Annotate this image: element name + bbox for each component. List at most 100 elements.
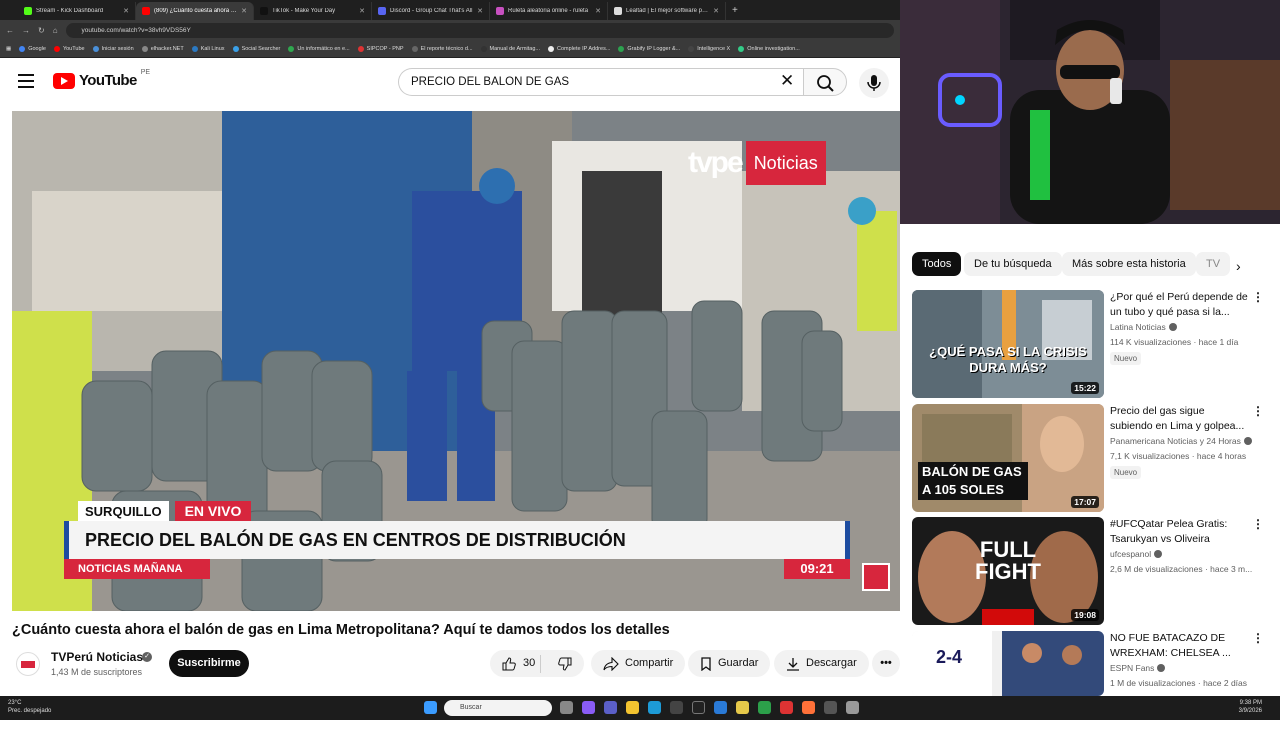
clear-search-icon[interactable]: ✕ bbox=[780, 72, 794, 90]
video-thumbnail[interactable]: BALÓN DE GAS A 105 SOLES 17:07 bbox=[912, 404, 1104, 512]
related-video-title[interactable]: ¿Por qué el Perú depende de un tubo y qu… bbox=[1110, 290, 1250, 320]
more-actions-button[interactable]: ••• bbox=[872, 650, 900, 677]
like-button[interactable]: 30 bbox=[490, 654, 541, 673]
youtube-header: YouTube PE PRECIO DEL BALON DE GAS ✕ bbox=[0, 58, 900, 106]
vscode-icon[interactable] bbox=[714, 701, 727, 714]
verified-icon bbox=[1168, 323, 1177, 331]
copilot-icon[interactable] bbox=[582, 701, 595, 714]
app-icon[interactable] bbox=[824, 701, 837, 714]
search-input[interactable]: PRECIO DEL BALON DE GAS bbox=[398, 68, 803, 96]
related-video[interactable]: FULL FIGHT 19:08 #UFCQatar Pelea Gratis:… bbox=[912, 517, 1272, 625]
xbox-icon[interactable] bbox=[758, 701, 771, 714]
dislike-button[interactable] bbox=[547, 657, 584, 671]
related-video[interactable]: 2-4 NO FUE BATACAZO DE WREXHAM: CHELSEA … bbox=[912, 631, 1272, 739]
close-tab-icon[interactable]: ✕ bbox=[241, 7, 247, 15]
firefox-icon[interactable] bbox=[802, 701, 815, 714]
bookmark-favicon-icon bbox=[19, 46, 26, 52]
related-video-channel[interactable]: Panamericana Noticias y 24 Horas bbox=[1110, 436, 1252, 446]
home-icon[interactable]: ⌂ bbox=[53, 26, 58, 35]
close-tab-icon[interactable]: ✕ bbox=[359, 7, 365, 15]
more-options-icon[interactable]: ⋮ bbox=[1252, 404, 1264, 418]
share-button[interactable]: Compartir bbox=[591, 650, 686, 677]
related-video[interactable]: BALÓN DE GAS A 105 SOLES 17:07 Precio de… bbox=[912, 404, 1272, 512]
filter-chip[interactable]: Más sobre esta historia bbox=[1062, 252, 1196, 276]
weather-widget[interactable]: 23°C Prec. despejado bbox=[8, 699, 51, 715]
url-field[interactable]: youtube.com/watch?v=38vh9VDS56Y bbox=[65, 23, 894, 38]
bookmark-item[interactable]: Google bbox=[19, 46, 46, 52]
bookmark-label: Grabify IP Logger &... bbox=[627, 46, 681, 52]
browser-tab[interactable]: Lealtad | El mejor software para ✕ bbox=[608, 2, 726, 20]
download-button[interactable]: Descargar bbox=[774, 650, 869, 677]
related-video-title[interactable]: Precio del gas sigue subiendo en Lima y … bbox=[1110, 404, 1250, 434]
more-options-icon[interactable]: ⋮ bbox=[1252, 290, 1264, 304]
taskbar-search-input[interactable]: Buscar bbox=[444, 700, 552, 716]
more-options-icon[interactable]: ⋮ bbox=[1252, 517, 1264, 531]
apps-icon[interactable]: ▦ bbox=[6, 46, 11, 52]
related-video-channel[interactable]: Latina Noticias bbox=[1110, 322, 1177, 332]
system-clock[interactable]: 9:38 PM 3/9/2026 bbox=[1228, 699, 1262, 715]
store-icon[interactable] bbox=[670, 701, 683, 714]
chrome-icon[interactable] bbox=[736, 701, 749, 714]
channel-name[interactable]: TVPerú Noticias bbox=[51, 650, 143, 664]
bookmark-item[interactable]: YouTube bbox=[53, 46, 85, 52]
close-tab-icon[interactable]: ✕ bbox=[123, 7, 129, 15]
related-video-channel[interactable]: ufcespanol bbox=[1110, 549, 1163, 559]
browser-tab[interactable]: (809) ¿Cuánto cuesta ahora el b ✕ bbox=[136, 2, 254, 20]
save-button[interactable]: Guardar bbox=[688, 650, 771, 677]
video-thumbnail[interactable]: 2-4 bbox=[912, 631, 1104, 696]
filter-chip[interactable]: De tu búsqueda bbox=[964, 252, 1062, 276]
channel-avatar[interactable] bbox=[16, 652, 40, 676]
related-video-channel[interactable]: ESPN Fans bbox=[1110, 663, 1166, 673]
obs-icon[interactable] bbox=[692, 701, 705, 714]
browser-tab[interactable]: Discord - Group Chat That's All ✕ bbox=[372, 2, 490, 20]
chevron-right-icon[interactable]: › bbox=[1236, 258, 1241, 274]
browser-tab[interactable]: Ruleta aleatoria online - ruleta ✕ bbox=[490, 2, 608, 20]
teams-icon[interactable] bbox=[604, 701, 617, 714]
tab-favicon-icon bbox=[496, 7, 504, 15]
youtube-logo[interactable]: YouTube PE bbox=[53, 69, 150, 89]
bookmark-item[interactable]: Grabify IP Logger &... bbox=[618, 46, 680, 52]
close-tab-icon[interactable]: ✕ bbox=[595, 7, 601, 15]
reload-icon[interactable]: ↻ bbox=[38, 26, 45, 35]
bookmark-item[interactable]: Un informático en e... bbox=[288, 46, 350, 52]
bookmark-item[interactable]: El reporte técnico d... bbox=[411, 46, 473, 52]
video-player[interactable]: tvpe Noticias SURQUILLO EN VIVO PRECIO D… bbox=[12, 111, 900, 611]
related-video-title[interactable]: NO FUE BATACAZO DE WREXHAM: CHELSEA ... bbox=[1110, 631, 1250, 661]
edge-icon[interactable] bbox=[648, 701, 661, 714]
related-video[interactable]: ¿QUÉ PASA SI LA CRISIS DURA MÁS? 15:22 ¿… bbox=[912, 290, 1272, 398]
back-icon[interactable]: ← bbox=[6, 26, 14, 35]
more-options-icon[interactable]: ⋮ bbox=[1252, 631, 1264, 645]
video-thumbnail[interactable]: ¿QUÉ PASA SI LA CRISIS DURA MÁS? 15:22 bbox=[912, 290, 1104, 398]
search-button[interactable] bbox=[803, 68, 847, 96]
filter-chip[interactable]: TV bbox=[1196, 252, 1230, 276]
start-icon[interactable] bbox=[424, 701, 437, 714]
menu-icon[interactable] bbox=[18, 74, 34, 88]
new-tab-button[interactable]: + bbox=[726, 2, 744, 20]
bookmark-label: YouTube bbox=[62, 46, 85, 52]
app-icon[interactable] bbox=[846, 701, 859, 714]
voice-search-button[interactable] bbox=[859, 68, 889, 98]
close-tab-icon[interactable]: ✕ bbox=[477, 7, 483, 15]
bookmark-item[interactable]: elhacker.NET bbox=[141, 46, 184, 52]
forward-icon[interactable]: → bbox=[22, 26, 30, 35]
filter-chip[interactable]: Todos bbox=[912, 252, 962, 276]
related-video-title[interactable]: #UFCQatar Pelea Gratis: Tsarukyan vs Oli… bbox=[1110, 517, 1250, 547]
browser-tab[interactable]: TikTok - Make Your Day ✕ bbox=[254, 2, 372, 20]
close-tab-icon[interactable]: ✕ bbox=[713, 7, 719, 15]
bookmark-item[interactable]: Iniciar sesión bbox=[92, 46, 134, 52]
subscribe-button[interactable]: Suscribirme bbox=[169, 650, 249, 677]
video-thumbnail[interactable]: FULL FIGHT 19:08 bbox=[912, 517, 1104, 625]
bookmark-item[interactable]: Manual de Armitag... bbox=[480, 46, 540, 52]
app-icon[interactable] bbox=[780, 701, 793, 714]
bookmark-item[interactable]: Online investigation... bbox=[738, 46, 800, 52]
bookmark-item[interactable]: Complete IP Addres... bbox=[548, 46, 610, 52]
bookmark-item[interactable]: Intelligence X bbox=[688, 46, 730, 52]
file-explorer-icon[interactable] bbox=[626, 701, 639, 714]
browser-tab[interactable]: Stream - Kick Dashboard ✕ bbox=[18, 2, 136, 20]
thumbnail-text: ¿QUÉ PASA SI LA CRISIS DURA MÁS? bbox=[929, 344, 1087, 375]
bookmark-item[interactable]: Kali Linux bbox=[191, 46, 225, 52]
bookmark-item[interactable]: Social Searcher bbox=[232, 46, 280, 52]
related-video-meta: 114 K visualizaciones · hace 1 día bbox=[1110, 337, 1239, 347]
bookmark-item[interactable]: SIPCOP - PNP bbox=[357, 46, 404, 52]
task-view-icon[interactable] bbox=[560, 701, 573, 714]
